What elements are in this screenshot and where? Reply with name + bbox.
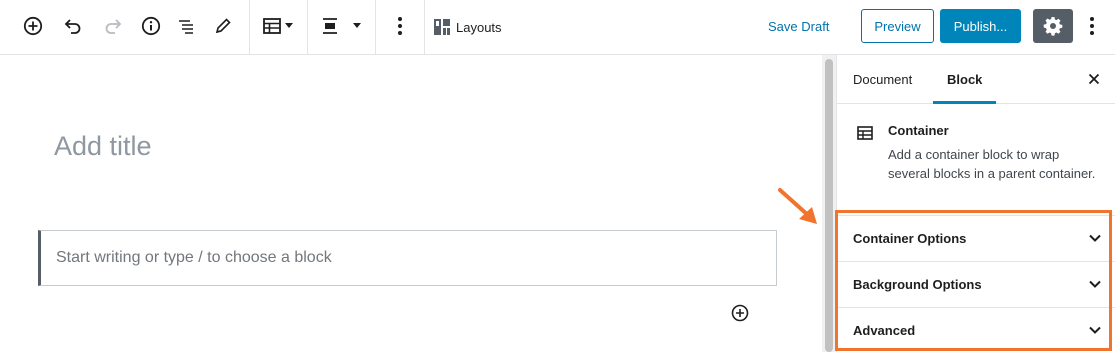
panel-advanced[interactable]: Advanced bbox=[837, 307, 1115, 352]
publish-button[interactable]: Publish... bbox=[940, 9, 1021, 43]
content-info-button[interactable] bbox=[135, 10, 167, 42]
gear-icon bbox=[1043, 17, 1063, 36]
undo-icon bbox=[64, 19, 81, 34]
block-card-title: Container bbox=[888, 123, 949, 138]
panel-title: Background Options bbox=[853, 277, 982, 292]
close-sidebar-button[interactable] bbox=[1086, 71, 1102, 87]
toolbar-separator bbox=[249, 0, 250, 54]
add-block-button[interactable] bbox=[17, 10, 49, 42]
caret-down-icon bbox=[353, 23, 361, 28]
toolbar-separator bbox=[424, 0, 425, 54]
caret-down-icon bbox=[285, 23, 293, 28]
inserter-button[interactable] bbox=[729, 302, 751, 324]
align-center-icon bbox=[323, 18, 337, 34]
redo-button[interactable] bbox=[97, 10, 129, 42]
default-block-appender[interactable]: Start writing or type / to choose a bloc… bbox=[38, 230, 777, 286]
panel-background-options[interactable]: Background Options bbox=[837, 261, 1115, 307]
layouts-grid-icon bbox=[434, 19, 450, 35]
tab-block[interactable]: Block bbox=[933, 55, 997, 104]
block-navigation-button[interactable] bbox=[170, 10, 202, 42]
toolbar-separator bbox=[375, 0, 376, 54]
editor-canvas: Add title Start writing or type / to cho… bbox=[0, 55, 822, 352]
layouts-label: Layouts bbox=[456, 19, 502, 35]
more-vertical-icon bbox=[398, 17, 402, 35]
preview-button[interactable]: Preview bbox=[861, 9, 934, 43]
redo-icon bbox=[105, 19, 122, 34]
plus-circle-icon bbox=[731, 304, 749, 322]
chevron-down-icon bbox=[1089, 326, 1101, 334]
info-icon bbox=[141, 16, 161, 36]
add-block-icon bbox=[23, 16, 43, 36]
chevron-down-icon bbox=[1089, 280, 1101, 288]
block-placeholder: Start writing or type / to choose a bloc… bbox=[56, 249, 332, 266]
annotation-arrow-icon bbox=[778, 188, 817, 224]
block-card-description: Add a container block to wrap several bl… bbox=[888, 147, 1096, 181]
edit-icon bbox=[215, 18, 231, 34]
settings-sidebar: Document Block Container Add a container… bbox=[836, 55, 1115, 352]
toolbar-separator bbox=[307, 0, 308, 54]
more-options-button[interactable] bbox=[384, 10, 416, 42]
post-title-input[interactable]: Add title bbox=[54, 131, 152, 162]
sidebar-tabs: Document Block bbox=[837, 55, 1115, 104]
settings-button[interactable] bbox=[1033, 9, 1073, 43]
outline-icon bbox=[179, 20, 193, 34]
chevron-down-icon bbox=[1089, 234, 1101, 242]
panel-container-options[interactable]: Container Options bbox=[837, 215, 1115, 261]
tab-document[interactable]: Document bbox=[853, 55, 912, 104]
more-menu-button[interactable] bbox=[1080, 10, 1104, 42]
table-icon bbox=[263, 18, 281, 34]
more-vertical-icon bbox=[1090, 17, 1094, 35]
panel-title: Advanced bbox=[853, 323, 916, 338]
layouts-button[interactable]: Layouts bbox=[434, 17, 502, 37]
editor-toolbar: Layouts Save Draft Preview Publish... bbox=[0, 0, 1115, 55]
align-dropdown[interactable] bbox=[316, 10, 366, 42]
panel-title: Container Options bbox=[853, 231, 967, 246]
save-draft-button[interactable]: Save Draft bbox=[768, 16, 829, 38]
block-card: Container Add a container block to wrap … bbox=[837, 104, 1115, 209]
close-icon bbox=[1088, 73, 1100, 85]
block-type-switcher[interactable] bbox=[258, 10, 298, 42]
table-icon bbox=[857, 126, 873, 140]
tools-edit-button[interactable] bbox=[207, 10, 239, 42]
container-block-icon bbox=[857, 126, 873, 145]
undo-button[interactable] bbox=[57, 10, 89, 42]
